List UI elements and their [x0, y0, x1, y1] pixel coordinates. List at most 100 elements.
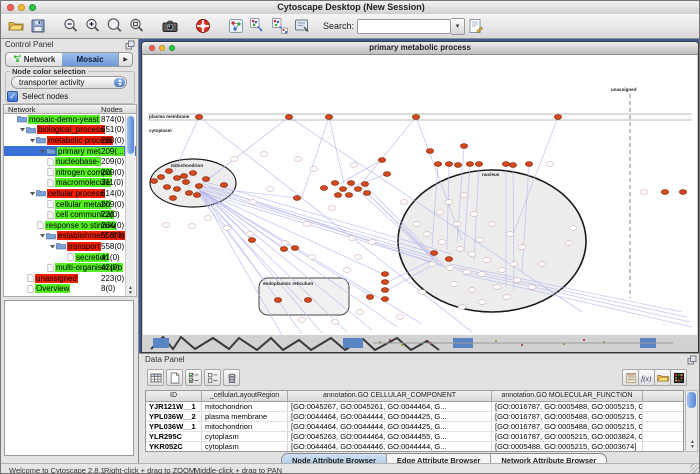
tab-network[interactable]: Network: [6, 53, 62, 66]
table-cell[interactable]: YPL036W__1: [146, 422, 202, 431]
node-selected[interactable]: [509, 163, 516, 168]
table-scrollbar[interactable]: ▲▼: [685, 390, 698, 452]
node-unselected[interactable]: [468, 288, 476, 293]
edge[interactable]: [302, 117, 329, 197]
tree-row-response-to-stimulu[interactable]: response to stimulu264(0): [4, 220, 136, 231]
node-selected[interactable]: [502, 162, 509, 167]
node-selected[interactable]: [339, 187, 346, 192]
node-unselected[interactable]: [463, 270, 471, 275]
attribute-editor-icon[interactable]: [622, 369, 639, 386]
node-selected[interactable]: [525, 162, 532, 167]
table-cell[interactable]: [GO:0016787, GO:0005488, GO:0005215, G..…: [492, 422, 643, 431]
expand-arrow-icon[interactable]: [28, 137, 36, 144]
node-selected[interactable]: [679, 190, 686, 195]
network-overview-icon[interactable]: [225, 16, 247, 36]
node-unselected[interactable]: [510, 262, 518, 267]
node-unselected[interactable]: [456, 247, 464, 252]
expand-arrow-icon[interactable]: [28, 190, 36, 197]
table-cell[interactable]: YLR295C: [146, 432, 202, 441]
tree-scrollbar[interactable]: ▲▼: [125, 115, 135, 296]
node-unselected[interactable]: [565, 241, 573, 246]
node-unselected[interactable]: [438, 240, 446, 245]
node-selected[interactable]: [366, 295, 373, 300]
node-selected[interactable]: [475, 162, 482, 167]
edge[interactable]: [202, 117, 289, 184]
node-unselected[interactable]: [281, 241, 289, 246]
node-selected[interactable]: [195, 115, 202, 120]
node-unselected[interactable]: [223, 226, 231, 231]
node-selected[interactable]: [460, 144, 467, 149]
table-cell[interactable]: [GO:0044464, GO:0044444, GO:0044425, G..…: [288, 422, 492, 431]
tree-scrollbar-thumb[interactable]: [127, 116, 134, 154]
tree-row-cell-communicat[interactable]: cell communicat22(0): [4, 209, 136, 220]
node-unselected[interactable]: [458, 305, 466, 310]
node-unselected[interactable]: [428, 262, 436, 267]
node-selected[interactable]: [334, 193, 341, 198]
table-cell[interactable]: [GO:0016787, GO:0005488, GO:0005215, G..…: [492, 402, 643, 411]
node-unselected[interactable]: [308, 255, 316, 260]
node-selected[interactable]: [293, 196, 300, 201]
node-selected[interactable]: [193, 193, 200, 198]
node-selected[interactable]: [165, 169, 172, 174]
zoom-out-icon[interactable]: [60, 16, 82, 36]
table-cell[interactable]: cytoplasm: [202, 432, 288, 441]
tree-row-transport[interactable]: transport558(0): [4, 241, 136, 252]
tree-row-establishment-of-lo[interactable]: establishment of lo558(0): [4, 231, 136, 242]
table-row[interactable]: YJR121W__1mitochondrion[GO:0045267, GO:0…: [146, 402, 683, 412]
node-unselected[interactable]: [246, 232, 254, 237]
node-unselected[interactable]: [518, 245, 526, 250]
tree-row-secretion[interactable]: secretion41(0): [4, 252, 136, 263]
import-attributes-icon[interactable]: [654, 369, 671, 386]
node-color-dropdown[interactable]: transporter activity: [11, 76, 127, 89]
node-unselected[interactable]: [303, 222, 311, 227]
node-unselected[interactable]: [266, 187, 274, 192]
zoom-fit-icon[interactable]: [126, 16, 148, 36]
node-selected[interactable]: [345, 193, 352, 198]
node-unselected[interactable]: [230, 157, 238, 162]
node-selected[interactable]: [195, 184, 202, 189]
table-row[interactable]: YKR052Ccytoplasm[GO:0044464, GO:0044446,…: [146, 442, 683, 452]
node-unselected[interactable]: [348, 236, 356, 241]
node-selected[interactable]: [554, 115, 561, 120]
node-selected[interactable]: [381, 280, 388, 285]
network-window-titlebar[interactable]: primary metabolic process: [142, 42, 698, 55]
node-selected[interactable]: [454, 163, 461, 168]
node-selected[interactable]: [185, 191, 192, 196]
node-unselected[interactable]: [493, 285, 501, 290]
node-selected[interactable]: [412, 115, 419, 120]
select-nodes-checkbox[interactable]: ✓: [7, 91, 18, 102]
node-selected[interactable]: [150, 179, 157, 184]
node-selected[interactable]: [291, 246, 298, 251]
node-selected[interactable]: [378, 158, 385, 163]
node-unselected[interactable]: [513, 278, 521, 283]
node-selected[interactable]: [361, 182, 368, 187]
edge[interactable]: [329, 117, 344, 184]
node-selected[interactable]: [381, 297, 388, 302]
node-selected[interactable]: [445, 162, 452, 167]
node-selected[interactable]: [220, 183, 227, 188]
node-unselected[interactable]: [445, 200, 453, 205]
node-unselected[interactable]: [356, 310, 364, 315]
node-unselected[interactable]: [503, 295, 511, 300]
node-unselected[interactable]: [478, 272, 486, 277]
tree-row-unassigned[interactable]: unassigned223(0): [4, 273, 136, 284]
table-cell[interactable]: [GO:0044464, GO:0044444, GO:0044425, G..…: [288, 412, 492, 421]
table-cell[interactable]: mitochondrion: [202, 422, 288, 431]
edge[interactable]: [198, 188, 302, 334]
node-unselected[interactable]: [446, 266, 454, 271]
node-selected[interactable]: [173, 187, 180, 192]
node-selected[interactable]: [426, 149, 433, 154]
node-selected[interactable]: [331, 181, 338, 186]
help-icon[interactable]: [192, 16, 214, 36]
edge[interactable]: [358, 117, 416, 188]
resize-grip[interactable]: [690, 464, 700, 474]
table-row[interactable]: YPL036W__1mitochondrion[GO:0044464, GO:0…: [146, 422, 683, 432]
tree-row-cellular-process[interactable]: cellular process614(0): [4, 188, 136, 199]
node-selected[interactable]: [157, 175, 164, 180]
node-selected[interactable]: [180, 174, 187, 179]
tree-row-metabolic-process[interactable]: metabolic process280(0): [4, 135, 136, 146]
expand-arrow-icon[interactable]: [38, 232, 46, 239]
function-builder-icon[interactable]: f(x): [638, 369, 655, 386]
node-selected[interactable]: [320, 186, 327, 191]
node-unselected[interactable]: [249, 200, 257, 205]
